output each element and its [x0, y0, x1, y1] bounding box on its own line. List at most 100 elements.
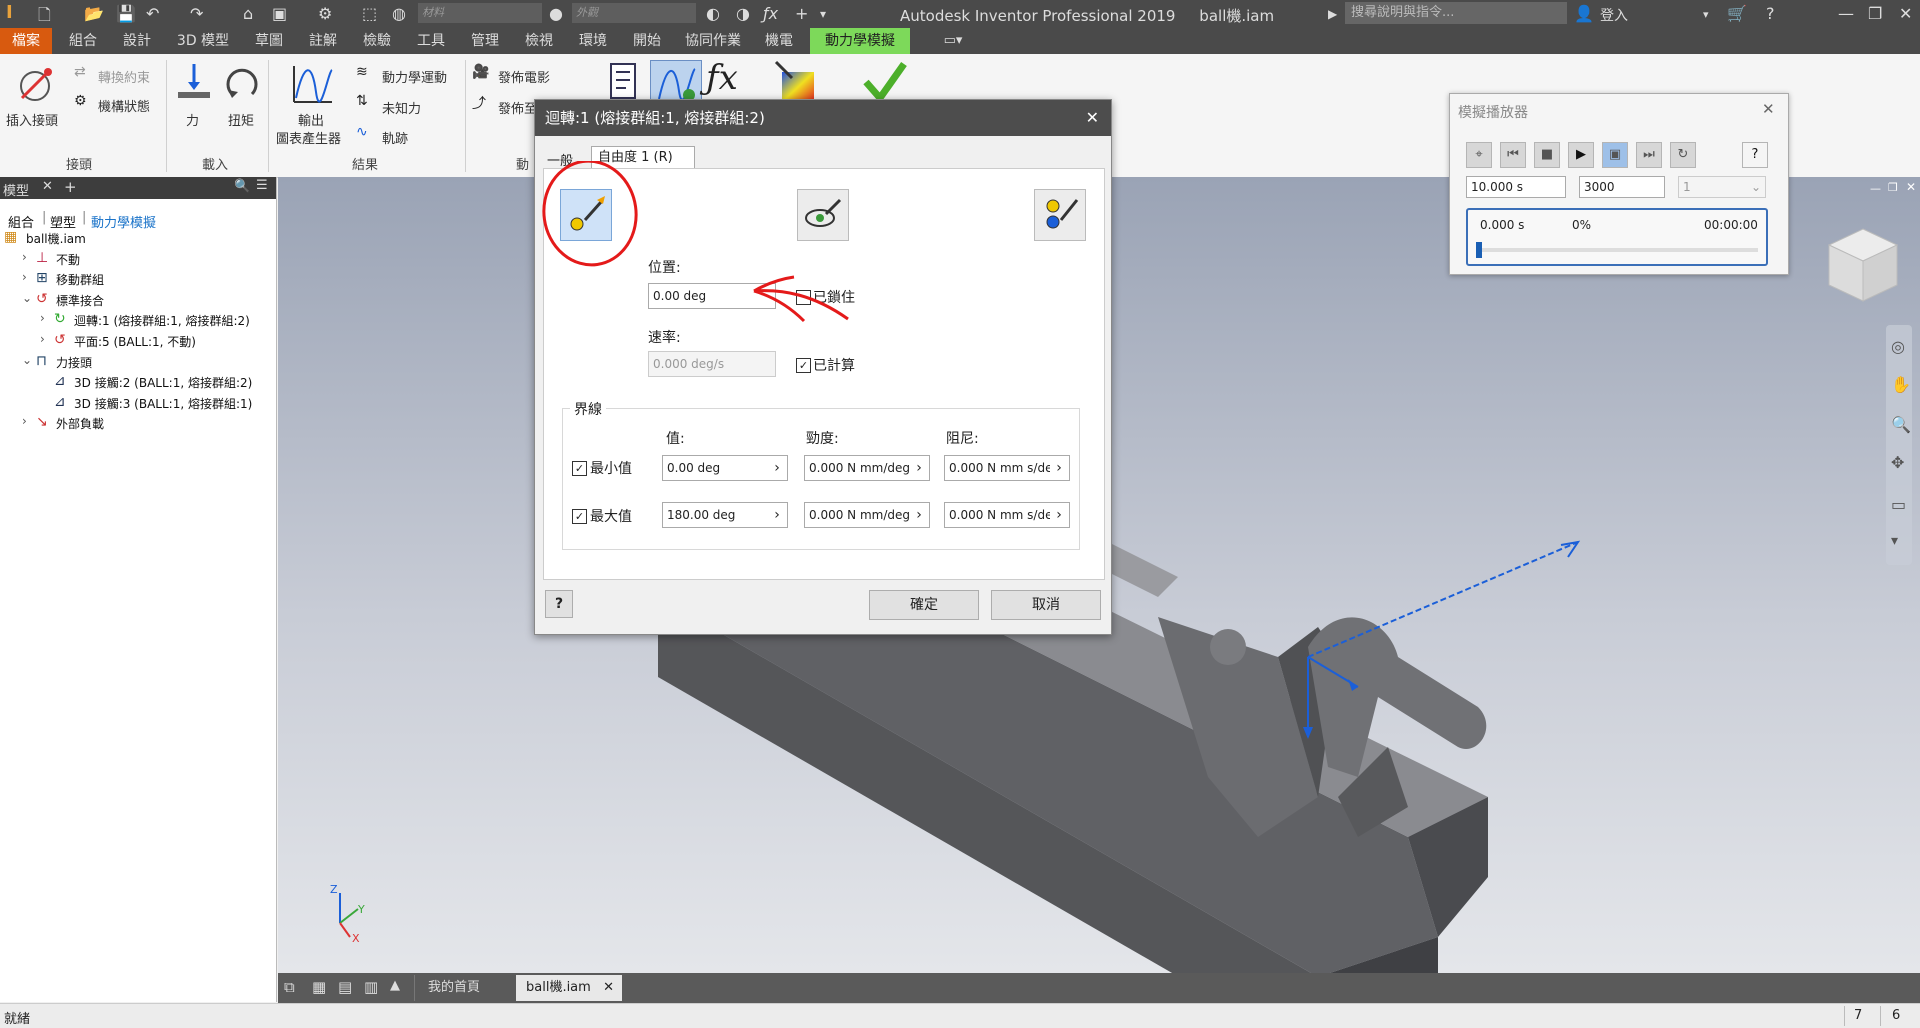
- tab-dynamic-simulation[interactable]: 動力學模擬: [810, 28, 910, 54]
- edit-joint-torque-button[interactable]: [1034, 189, 1086, 241]
- tree-item-label[interactable]: 3D 接觸:2 (BALL:1, 熔接群組:2): [74, 374, 252, 391]
- tab-assemble[interactable]: 組合: [60, 28, 106, 54]
- max-damping-arrow-icon[interactable]: ›: [1050, 503, 1068, 527]
- clear-override-icon[interactable]: ◑: [736, 4, 750, 23]
- tree-item-label[interactable]: 平面:5 (BALL:1, 不動): [74, 333, 196, 350]
- min-stiffness-arrow-icon[interactable]: ›: [910, 456, 928, 480]
- tab-file[interactable]: 檔案: [0, 28, 52, 54]
- parameters-fx-icon[interactable]: ƒx: [706, 58, 738, 98]
- finish-check-icon[interactable]: [862, 60, 908, 104]
- cancel-button[interactable]: 取消: [991, 590, 1101, 620]
- user-icon[interactable]: 👤: [1574, 4, 1594, 23]
- color-wheel-icon[interactable]: ◍: [392, 4, 406, 23]
- close-icon[interactable]: ✕: [42, 179, 53, 194]
- loop-button[interactable]: ↻: [1670, 142, 1696, 168]
- tab-inspect[interactable]: 檢驗: [354, 28, 400, 54]
- tree-item-label[interactable]: 不動: [56, 251, 80, 268]
- expand-arrow-icon[interactable]: ▶: [1328, 7, 1337, 21]
- min-damping-arrow-icon[interactable]: ›: [1050, 456, 1068, 480]
- expand-toggle-icon[interactable]: ›: [22, 250, 27, 264]
- ok-button[interactable]: 確定: [869, 590, 979, 620]
- tree-item-label[interactable]: ball機.iam: [26, 230, 86, 247]
- restore-window-icon[interactable]: ❐: [1868, 4, 1882, 23]
- expand-toggle-icon[interactable]: ›: [22, 414, 27, 428]
- view-cube[interactable]: [1823, 225, 1903, 305]
- output-grapher-icon[interactable]: [290, 62, 336, 106]
- output-grapher-label-2[interactable]: 圖表產生器: [276, 128, 341, 147]
- torque-icon[interactable]: [222, 62, 262, 106]
- new-file-icon[interactable]: 🗋: [38, 4, 51, 31]
- expand-toggle-icon[interactable]: ›: [40, 332, 45, 346]
- edit-imposed-motion-button[interactable]: [797, 189, 849, 241]
- appearance-combo[interactable]: 外觀: [572, 3, 696, 23]
- save-icon[interactable]: 💾: [116, 4, 136, 23]
- browser-tab-modeling[interactable]: 塑型: [50, 212, 76, 231]
- customize-dropdown-icon[interactable]: ▾: [820, 7, 826, 21]
- convert-constraint-button[interactable]: 轉換約束: [98, 67, 150, 86]
- max-value-arrow-icon[interactable]: ›: [768, 503, 786, 527]
- dynamic-motion-button[interactable]: 動力學運動: [382, 67, 447, 86]
- tab-design[interactable]: 設計: [114, 28, 160, 54]
- select-icon[interactable]: ⬚: [362, 4, 377, 23]
- help-search-input[interactable]: 搜尋說明與指令...: [1345, 2, 1567, 24]
- close-icon[interactable]: ✕: [1086, 100, 1099, 136]
- force-icon[interactable]: [174, 62, 214, 106]
- help-icon[interactable]: ?: [1766, 4, 1775, 23]
- tab-my-home[interactable]: 我的首頁: [414, 975, 493, 1001]
- look-at-icon[interactable]: ▭: [1891, 495, 1906, 514]
- home-icon[interactable]: ⌂: [243, 4, 253, 23]
- publish-movie-button[interactable]: 發佈電影: [498, 67, 550, 86]
- image-icon[interactable]: ▣: [272, 4, 287, 23]
- force-button[interactable]: 力: [186, 110, 199, 129]
- login-dropdown-icon[interactable]: ▾: [1703, 8, 1709, 21]
- tile-horizontal-icon[interactable]: ▤: [338, 978, 352, 996]
- tree-item-label[interactable]: 移動群組: [56, 271, 104, 288]
- torque-button[interactable]: 扭矩: [228, 110, 254, 129]
- close-tab-icon[interactable]: ✕: [603, 975, 614, 1001]
- tab-electromechanical[interactable]: 機電: [756, 28, 802, 54]
- viewport-minimize-icon[interactable]: —: [1870, 182, 1881, 195]
- stop-button[interactable]: ■: [1534, 142, 1560, 168]
- export-fea-icon[interactable]: [774, 60, 818, 104]
- tab-annotate[interactable]: 註解: [300, 28, 346, 54]
- player-help-button[interactable]: ?: [1742, 142, 1768, 168]
- unknown-force-button[interactable]: 未知力: [382, 98, 421, 117]
- tab-get-started[interactable]: 開始: [624, 28, 670, 54]
- cascade-windows-icon[interactable]: ⧉: [284, 978, 295, 996]
- computed-checkbox[interactable]: ✓: [796, 358, 811, 373]
- collapse-toggle-icon[interactable]: ⌄: [22, 291, 32, 305]
- go-to-end-button[interactable]: ⏭: [1636, 142, 1662, 168]
- tree-item-label[interactable]: 迴轉:1 (熔接群組:1, 熔接群組:2): [74, 312, 250, 329]
- tab-3d-model[interactable]: 3D 模型: [168, 28, 238, 54]
- insert-joint-icon[interactable]: [14, 62, 56, 104]
- screen-refresh-button[interactable]: ▣: [1602, 142, 1628, 168]
- sim-player-icon[interactable]: [608, 62, 638, 102]
- tab-tools[interactable]: 工具: [408, 28, 454, 54]
- view-options-icon[interactable]: ▾: [1891, 533, 1898, 549]
- open-file-icon[interactable]: 📂: [84, 4, 104, 23]
- search-icon[interactable]: 🔍: [234, 179, 250, 194]
- orbit-icon[interactable]: ✥: [1891, 453, 1904, 472]
- fx-icon[interactable]: ƒx: [763, 4, 778, 23]
- menu-icon[interactable]: ☰: [256, 178, 268, 193]
- tab-manage[interactable]: 管理: [462, 28, 508, 54]
- redo-icon[interactable]: ↷: [190, 4, 203, 23]
- tab-sketch[interactable]: 草圖: [246, 28, 292, 54]
- appearance-sphere-icon[interactable]: ●: [549, 4, 563, 23]
- max-stiffness-arrow-icon[interactable]: ›: [910, 503, 928, 527]
- mechanism-status-button[interactable]: 機構狀態: [98, 96, 150, 115]
- play-button[interactable]: ▶: [1568, 142, 1594, 168]
- tree-item-label[interactable]: 外部負載: [56, 415, 104, 432]
- tree-item-label[interactable]: 標準接合: [56, 292, 104, 309]
- min-value-arrow-icon[interactable]: ›: [768, 456, 786, 480]
- tree-item-label[interactable]: 3D 接觸:3 (BALL:1, 熔接群組:1): [74, 395, 252, 412]
- trace-button[interactable]: 軌跡: [382, 128, 408, 147]
- maximum-checkbox[interactable]: ✓: [572, 509, 587, 524]
- material-combo[interactable]: 材料: [418, 3, 542, 23]
- steering-wheel-icon[interactable]: ◎: [1891, 337, 1905, 356]
- pan-icon[interactable]: ✋: [1891, 375, 1911, 394]
- tree-item-label[interactable]: 力接頭: [56, 354, 92, 371]
- dialog-help-button[interactable]: ?: [545, 590, 573, 618]
- tab-environments[interactable]: 環境: [570, 28, 616, 54]
- images-field[interactable]: 3000: [1579, 176, 1665, 198]
